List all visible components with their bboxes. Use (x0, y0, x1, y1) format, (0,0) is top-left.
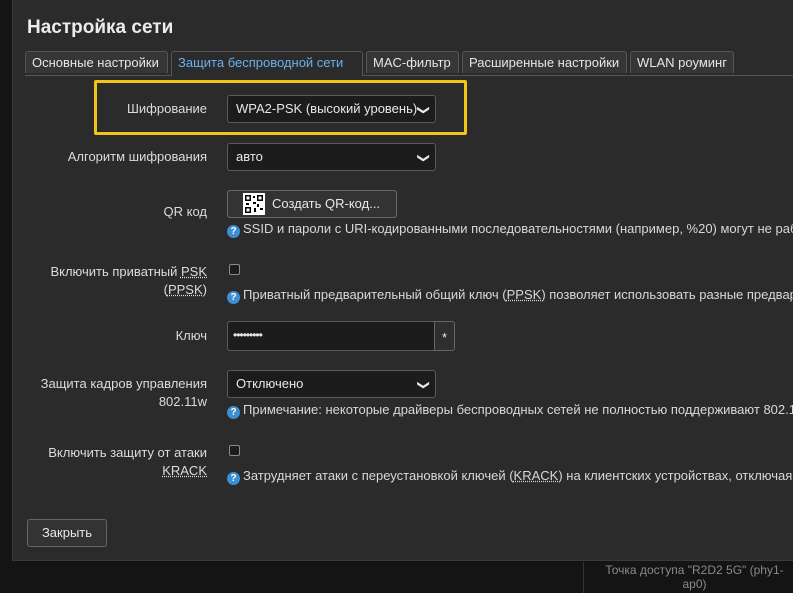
ppsk-hint: ? Приватный предварительный общий ключ (P… (227, 287, 793, 304)
krack-hint-suffix: ) на клиентских устройствах, отключая (558, 468, 793, 483)
tab-wireless-security[interactable]: Защита беспроводной сети (171, 51, 363, 76)
psk-abbr: PSK (180, 264, 207, 279)
encryption-value: WPA2-PSK (высокий уровень) (236, 101, 418, 116)
qr-hint: ? SSID и пароли с URI-кодированными после… (227, 221, 793, 238)
krack-checkbox[interactable] (229, 445, 240, 456)
key-input[interactable]: ••••••••• (227, 321, 435, 351)
encryption-label: Шифрование (127, 101, 207, 116)
mgmt-frame-value: Отключено (236, 376, 304, 391)
mgmt-frame-hint-text: Примечание: некоторые драйверы беспровод… (243, 402, 793, 417)
help-icon: ? (227, 406, 240, 419)
mgmt-frame-hint: ? Примечание: некоторые драйверы беспрово… (227, 402, 793, 419)
ppsk-hint-suffix: ) позволяет использовать разные предвар (541, 287, 793, 302)
cipher-select[interactable]: авто ❯ (227, 143, 436, 171)
key-value: ••••••••• (233, 328, 263, 342)
tab-wlan-roaming[interactable]: WLAN роуминг (630, 51, 734, 73)
krack-hint-abbr: KRACK (513, 468, 559, 483)
tab-general[interactable]: Основные настройки (25, 51, 168, 73)
help-icon: ? (227, 225, 240, 238)
dialog-title: Настройка сети (27, 17, 174, 38)
krack-label: Включить защиту от атаки KRACK (48, 444, 207, 480)
mgmt-frame-label-line1: Защита кадров управления (40, 376, 207, 391)
krack-label-abbr: KRACK (162, 463, 207, 478)
chevron-down-icon: ❯ (416, 104, 431, 116)
tab-bar: Основные настройки Защита беспроводной с… (25, 51, 793, 76)
mgmt-frame-select[interactable]: Отключено ❯ (227, 370, 436, 398)
ppsk-abbr: PPSK (167, 282, 203, 297)
background-divider (583, 562, 584, 593)
generate-qr-label: Создать QR-код... (272, 196, 381, 211)
chevron-down-icon: ❯ (416, 152, 431, 164)
tab-advanced[interactable]: Расширенные настройки (462, 51, 627, 73)
ppsk-label-text: Включить приватный (50, 264, 181, 279)
mgmt-frame-label: Защита кадров управления 802.11w (41, 375, 207, 411)
tab-mac-filter[interactable]: MAC-фильтр (366, 51, 459, 73)
cipher-label: Алгоритм шифрования (67, 149, 207, 164)
krack-hint-text: Затрудняет атаки с переустановкой ключей… (243, 468, 514, 483)
qr-hint-text: SSID и пароли с URI-кодированными послед… (243, 221, 793, 236)
help-icon: ? (227, 291, 240, 304)
ppsk-checkbox[interactable] (229, 264, 240, 275)
qr-label: QR код (163, 204, 207, 219)
ppsk-hint-text: Приватный предварительный общий ключ ( (243, 287, 507, 302)
ppsk-label: Включить приватный PSK (PPSK) (50, 263, 207, 299)
close-button[interactable]: Закрыть (27, 519, 107, 547)
background-access-point-label: Точка доступа "R2D2 5G" (phy1-ap0) (605, 563, 784, 591)
generate-qr-button[interactable]: Создать QR-код... (227, 190, 397, 218)
network-settings-dialog: Настройка сети Основные настройки Защита… (12, 0, 793, 561)
qr-code-icon (243, 193, 265, 215)
krack-label-line1: Включить защиту от атаки (48, 445, 207, 460)
chevron-down-icon: ❯ (416, 379, 431, 391)
mgmt-frame-label-line2: 802.11w (158, 394, 207, 409)
reveal-key-button[interactable]: * (434, 321, 455, 351)
cipher-value: авто (236, 149, 263, 164)
ppsk-label-paren-close: ) (202, 282, 207, 297)
key-label: Ключ (175, 328, 207, 343)
help-icon: ? (227, 472, 240, 485)
krack-hint: ? Затрудняет атаки с переустановкой ключе… (227, 468, 792, 485)
encryption-select[interactable]: WPA2-PSK (высокий уровень) ❯ (227, 95, 436, 123)
ppsk-hint-abbr: PPSK (506, 287, 542, 302)
